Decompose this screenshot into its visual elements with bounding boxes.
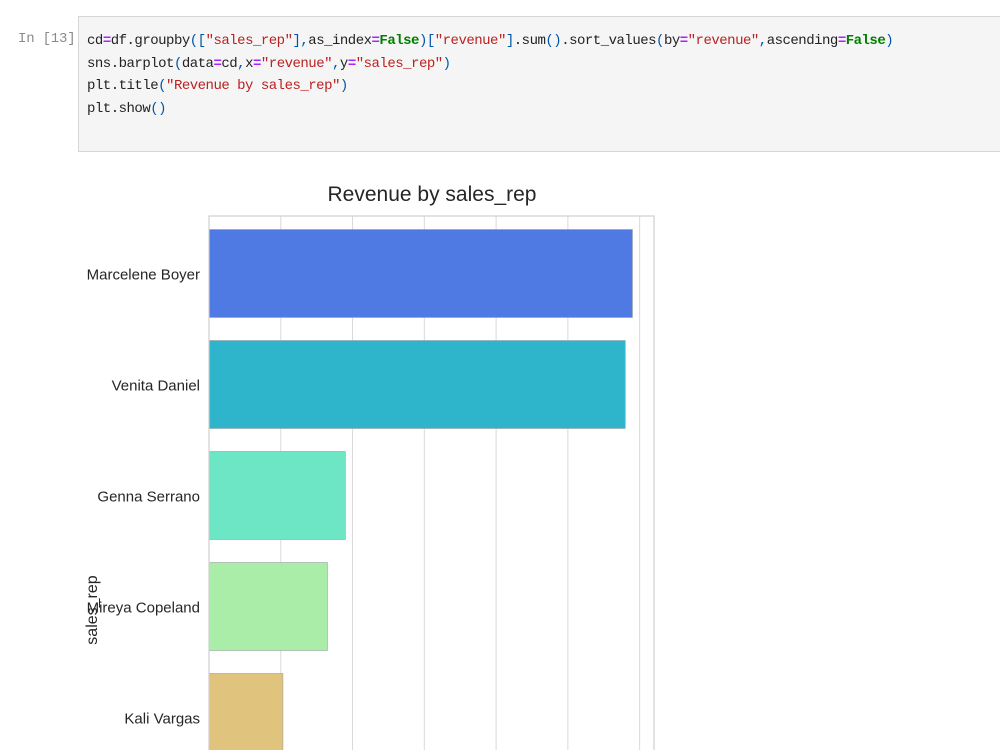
code-token: False — [379, 33, 419, 49]
code-token: .show — [110, 100, 151, 117]
code-token: = — [837, 33, 846, 49]
code-token: () — [545, 33, 562, 49]
code-token: = — [347, 55, 356, 72]
y-tick-label: Kali Vargas — [124, 711, 200, 728]
code-token: , — [237, 55, 246, 72]
code-token: df — [110, 33, 127, 49]
code-token: ) — [442, 55, 451, 72]
code-token: = — [252, 55, 261, 72]
code-token: ( — [158, 78, 167, 94]
code-token: plt — [87, 100, 111, 117]
y-tick-label: Marcelene Boyer — [87, 267, 200, 284]
code-token: "revenue" — [687, 33, 760, 49]
code-token: ( — [173, 55, 182, 72]
code-token: ( — [656, 33, 664, 49]
code-line: sns.barplot(data=cd,x="revenue",y="sales… — [87, 53, 1000, 76]
code-token: .title — [110, 78, 159, 94]
code-token: cd — [221, 55, 238, 72]
cell-output: Revenue by sales_rep sales_rep Marcelene… — [78, 160, 1000, 750]
code-token: "sales_rep" — [205, 33, 293, 49]
code-token: () — [150, 100, 167, 117]
code-token: sns — [87, 55, 111, 72]
code-token: "sales_rep" — [355, 55, 443, 72]
code-token: .barplot — [110, 55, 175, 72]
code-token: by — [663, 33, 680, 49]
code-token: , — [332, 55, 340, 72]
bar — [208, 340, 626, 429]
code-token: ([ — [189, 33, 206, 49]
code-token: .sort_values — [561, 33, 657, 49]
y-tick-label: Mireya Copeland — [87, 600, 200, 617]
bars — [208, 229, 633, 750]
cell-prompt: In [13]: — [18, 31, 84, 47]
y-tick-labels: Marcelene Boyer Venita Daniel Genna Serran… — [87, 267, 200, 728]
bar — [208, 673, 284, 750]
code-token: .sum — [513, 33, 546, 49]
code-line: plt.title("Revenue by sales_rep") — [87, 75, 1000, 98]
code-line: cd=df.groupby(["sales_rep"],as_index=Fal… — [87, 30, 1000, 53]
code-token: ] — [505, 33, 514, 49]
y-tick-label: Venita Daniel — [112, 378, 200, 395]
code-token: ], — [292, 33, 309, 49]
bar-chart: Revenue by sales_rep sales_rep Marcelene… — [84, 183, 655, 750]
code-token: "Revenue by sales_rep" — [166, 78, 340, 94]
code-token: )[ — [418, 33, 435, 49]
code-token: plt — [87, 78, 111, 94]
code-token: ) — [885, 33, 894, 49]
code-token: ascending — [766, 33, 839, 49]
chart-title: Revenue by sales_rep — [328, 183, 537, 206]
code-token: x — [245, 55, 253, 72]
y-tick-label: Genna Serrano — [97, 489, 200, 506]
code-token: as_index — [308, 33, 372, 49]
code-line: plt.show() — [87, 98, 1000, 121]
bar — [208, 562, 328, 651]
code-token: .groupby — [126, 33, 191, 49]
bar — [208, 451, 346, 540]
code-token: "revenue" — [434, 33, 507, 49]
code-editor[interactable]: cd=df.groupby(["sales_rep"],as_index=Fal… — [78, 16, 1000, 152]
code-token: "revenue" — [260, 55, 333, 72]
code-token: = — [679, 33, 688, 49]
code-token: cd — [87, 33, 103, 49]
notebook: In [13]: cd=df.groupby(["sales_rep"],as_… — [0, 0, 1000, 750]
code-token: data — [181, 55, 214, 72]
code-token: = — [102, 33, 111, 49]
code-token: ) — [339, 78, 348, 94]
code-token: False — [845, 33, 886, 49]
bar — [208, 229, 633, 318]
code-token: y — [339, 55, 348, 72]
code-token: , — [758, 33, 767, 49]
